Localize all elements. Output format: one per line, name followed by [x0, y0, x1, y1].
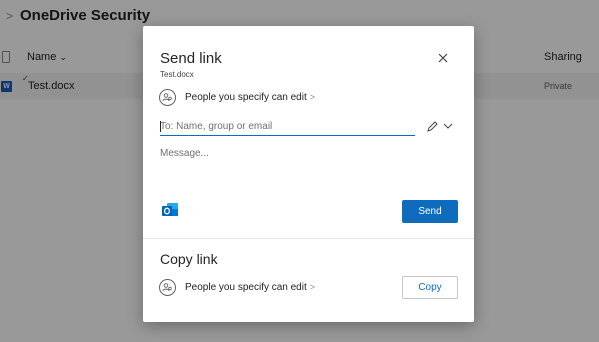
send-button[interactable]: Send: [402, 200, 458, 223]
message-input[interactable]: [160, 148, 450, 188]
pencil-icon[interactable]: [426, 120, 439, 133]
send-link-dialog: Send link Test.docx People you specify c…: [143, 26, 474, 322]
copy-button[interactable]: Copy: [402, 276, 458, 299]
permission-settings-link[interactable]: People you specify can edit >: [185, 92, 315, 103]
recipients-input[interactable]: [160, 118, 415, 136]
people-settings-icon[interactable]: [159, 279, 176, 296]
dialog-subtitle: Test.docx: [160, 70, 194, 79]
chevron-right-icon: >: [309, 282, 316, 292]
copy-permission-settings-link[interactable]: People you specify can edit >: [185, 282, 315, 293]
copy-permission-label: People you specify can edit: [185, 282, 307, 293]
copy-link-title: Copy link: [160, 251, 218, 267]
close-icon[interactable]: [436, 51, 450, 65]
outlook-icon[interactable]: [161, 201, 179, 219]
text-cursor: [160, 121, 161, 132]
people-settings-icon[interactable]: [159, 89, 176, 106]
chevron-down-icon[interactable]: [443, 122, 453, 130]
chevron-right-icon: >: [309, 92, 316, 102]
section-divider: [143, 238, 474, 239]
dialog-title: Send link: [160, 50, 222, 67]
permission-label: People you specify can edit: [185, 92, 307, 103]
